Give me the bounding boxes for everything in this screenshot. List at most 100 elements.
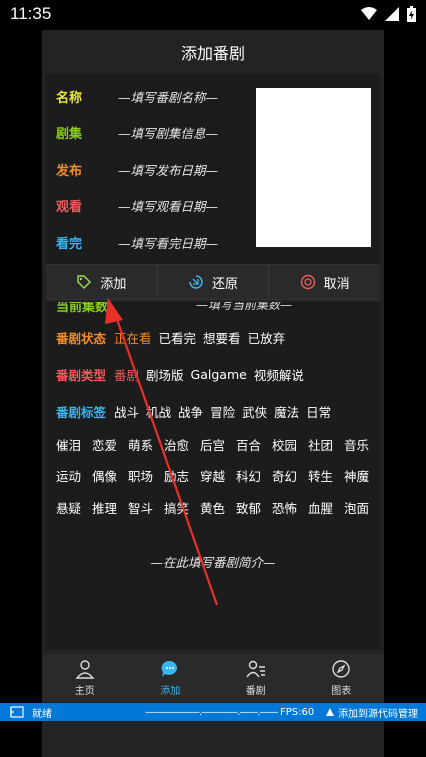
tags-label: 番剧标签 — [56, 405, 107, 420]
status-time: 11:35 — [10, 4, 52, 23]
tag-option[interactable]: 悬疑 — [56, 498, 81, 517]
tag-option[interactable]: 魔法 — [274, 402, 299, 421]
tag-option[interactable]: 日常 — [306, 402, 331, 421]
tag-option[interactable]: 治愈 — [164, 435, 189, 454]
tag-option[interactable]: 泡面 — [344, 498, 369, 517]
tag-option[interactable]: 黄色 — [200, 498, 225, 517]
chat-bubble-icon — [161, 660, 178, 677]
tag-option[interactable]: 偶像 — [92, 466, 117, 485]
tag-option[interactable]: 后宫 — [200, 435, 225, 454]
field-finish-input[interactable]: —填写看完日期— — [118, 233, 218, 252]
tag-icon — [77, 275, 92, 290]
tag-option[interactable]: 神魔 — [344, 466, 369, 485]
tag-option[interactable]: 搞笑 — [164, 498, 189, 517]
field-episodes[interactable]: 剧集 —填写剧集信息— — [56, 122, 218, 142]
tag-option[interactable]: 恋爱 — [92, 435, 117, 454]
tag-option[interactable]: 科幻 — [236, 466, 261, 485]
cancel-icon — [300, 274, 315, 290]
bottom-nav: 主页 添加 番剧 图表 — [42, 654, 384, 702]
field-watch[interactable]: 观看 —填写观看日期— — [56, 195, 218, 215]
ide-status-bar: 就绪 ——————.————.——.—— FPS:60 添加到源代码管理 — [0, 703, 426, 721]
tag-option[interactable]: 机战 — [146, 402, 171, 421]
type-option[interactable]: 视频解说 — [254, 365, 304, 384]
type-option[interactable]: Galgame — [191, 367, 247, 382]
user-icon — [75, 660, 95, 679]
status-bar: 11:35 — [0, 0, 426, 30]
field-name-input[interactable]: —填写番剧名称— — [118, 87, 218, 106]
tag-option[interactable]: 血腥 — [308, 498, 333, 517]
tag-option[interactable]: 校园 — [272, 435, 297, 454]
status-option[interactable]: 正在看 — [114, 328, 152, 347]
status-option[interactable]: 想要看 — [203, 328, 241, 347]
tags-row-4: 悬疑 推理 智斗 搞笑 黄色 致郁 恐怖 血腥 泡面 — [56, 498, 380, 517]
app-window-lower — [42, 721, 384, 757]
tag-option[interactable]: 冒险 — [210, 402, 235, 421]
nav-home-label: 主页 — [74, 686, 95, 697]
type-option[interactable]: 剧场版 — [146, 365, 184, 384]
add-to-source-control-button[interactable]: 添加到源代码管理 — [338, 705, 418, 720]
field-release-input[interactable]: —填写发布日期— — [118, 160, 218, 179]
tag-option[interactable]: 恐怖 — [272, 498, 297, 517]
tag-option[interactable]: 百合 — [236, 435, 261, 454]
status-icons — [361, 6, 416, 22]
tag-option[interactable]: 励志 — [164, 466, 189, 485]
arrow-up-icon — [326, 708, 334, 716]
compass-icon — [332, 660, 350, 678]
tag-option[interactable]: 职场 — [128, 466, 153, 485]
tag-option[interactable]: 武侠 — [242, 402, 267, 421]
field-release[interactable]: 发布 —填写发布日期— — [56, 159, 218, 179]
tags-row-2: 催泪 恋爱 萌系 治愈 后宫 百合 校园 社团 音乐 — [56, 435, 380, 454]
tag-option[interactable]: 战斗 — [114, 402, 139, 421]
reset-button[interactable]: 还原 — [158, 265, 270, 299]
tag-option[interactable]: 穿越 — [200, 466, 225, 485]
status-option[interactable]: 已放弃 — [248, 328, 286, 347]
nav-add-label: 添加 — [160, 686, 181, 697]
type-option[interactable]: 番剧 — [114, 365, 139, 384]
tag-option[interactable]: 智斗 — [128, 498, 153, 517]
nav-home[interactable]: 主页 — [42, 654, 128, 702]
user-list-icon — [246, 660, 265, 678]
cancel-button[interactable]: 取消 — [269, 265, 380, 299]
tags-row-3: 运动 偶像 职场 励志 穿越 科幻 奇幻 转生 神魔 — [56, 466, 380, 485]
add-button[interactable]: 添加 — [46, 265, 158, 299]
screen: 11:35 添加番剧 名称 —填写番剧名称— 剧集 —填写剧集信息— 发布 —填… — [0, 0, 426, 757]
tag-option[interactable]: 转生 — [308, 466, 333, 485]
tag-option[interactable]: 音乐 — [344, 435, 369, 454]
field-watch-label: 观看 — [56, 199, 83, 215]
current-episode-label: 当前集数 — [56, 302, 109, 315]
page-title: 添加番剧 — [180, 44, 245, 63]
status-label: 番剧状态 — [56, 331, 107, 346]
field-finish[interactable]: 看完 —填写看完日期— — [56, 232, 218, 252]
ide-ready-text: 就绪 — [32, 708, 52, 720]
reset-icon — [189, 275, 203, 289]
tag-option[interactable]: 萌系 — [128, 435, 153, 454]
field-finish-label: 看完 — [56, 236, 83, 252]
field-watch-input[interactable]: —填写观看日期— — [118, 196, 218, 215]
ide-fps: FPS:60 — [280, 706, 315, 718]
tag-option[interactable]: 推理 — [92, 498, 117, 517]
field-release-label: 发布 — [56, 163, 83, 179]
tag-option[interactable]: 催泪 — [56, 435, 81, 454]
tag-option[interactable]: 社团 — [308, 435, 333, 454]
field-name[interactable]: 名称 —填写番剧名称— — [56, 86, 218, 106]
details-panel: 当前集数 —填写当前集数— 番剧状态 正在看 已看完 想要看 已放弃 番剧类型 … — [46, 302, 380, 650]
tags-row-1: 番剧标签 战斗 机战 战争 冒险 武侠 魔法 日常 — [56, 402, 338, 421]
add-button-label: 添加 — [100, 276, 127, 292]
tag-option[interactable]: 战争 — [178, 402, 203, 421]
battery-icon — [407, 6, 416, 22]
status-row: 番剧状态 正在看 已看完 想要看 已放弃 — [56, 328, 292, 347]
field-episodes-input[interactable]: —填写剧集信息— — [118, 123, 218, 142]
status-option[interactable]: 已看完 — [159, 328, 197, 347]
current-episode-input[interactable]: —填写当前集数— — [196, 302, 292, 313]
wifi-icon — [361, 7, 377, 20]
tag-option[interactable]: 奇幻 — [272, 466, 297, 485]
nav-add[interactable]: 添加 — [128, 654, 214, 702]
field-name-label: 名称 — [56, 90, 83, 106]
intro-input[interactable]: —在此填写番剧简介— — [46, 552, 380, 571]
tag-option[interactable]: 致郁 — [236, 498, 261, 517]
action-bar: 添加 还原 取消 — [46, 264, 380, 300]
nav-chart[interactable]: 图表 — [299, 654, 385, 702]
nav-anime[interactable]: 番剧 — [213, 654, 299, 702]
cover-image[interactable] — [256, 88, 371, 247]
tag-option[interactable]: 运动 — [56, 466, 81, 485]
